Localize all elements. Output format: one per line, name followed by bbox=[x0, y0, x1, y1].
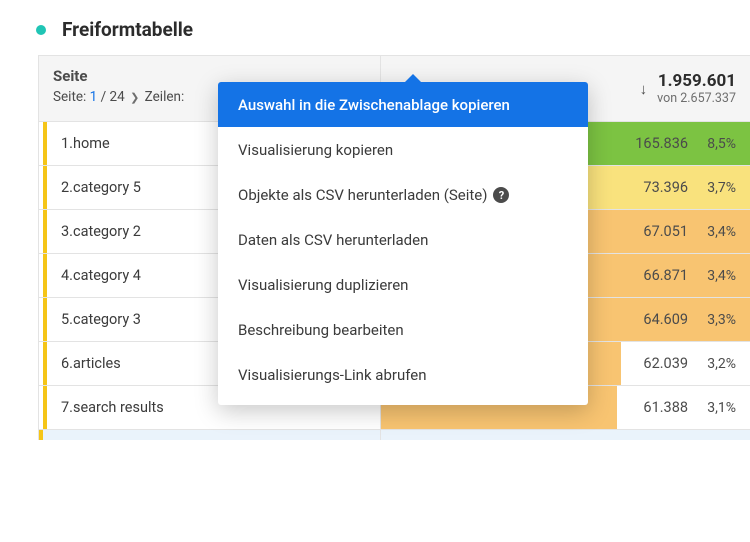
row-index: 7. bbox=[61, 399, 73, 416]
row-index: 5. bbox=[61, 311, 73, 328]
row-index: 4. bbox=[61, 267, 73, 284]
row-marker bbox=[43, 166, 47, 209]
menu-item-label: Visualisierungs-Link abrufen bbox=[238, 366, 427, 384]
context-menu-item[interactable]: Daten als CSV herunterladen bbox=[218, 217, 588, 262]
row-value: 67.051 bbox=[643, 223, 688, 240]
chevron-right-icon[interactable]: ❯ bbox=[130, 91, 139, 104]
row-label: category 5 bbox=[73, 179, 141, 196]
row-index: 1. bbox=[61, 135, 73, 152]
menu-item-label: Auswahl in die Zwischenablage kopieren bbox=[238, 96, 510, 114]
row-label: home bbox=[73, 135, 110, 152]
context-menu-item[interactable]: Visualisierung duplizieren bbox=[218, 262, 588, 307]
row-value: 73.396 bbox=[643, 179, 688, 196]
row-marker bbox=[43, 254, 47, 297]
context-menu-item[interactable]: Visualisierung kopieren bbox=[218, 127, 588, 172]
row-percent: 8,5% bbox=[702, 136, 736, 152]
row-marker bbox=[43, 298, 47, 341]
metric-total: 1.959.601 bbox=[657, 71, 736, 91]
row-marker bbox=[43, 210, 47, 253]
row-value: 61.388 bbox=[643, 399, 688, 416]
row-label: search results bbox=[73, 399, 164, 416]
row-label: category 2 bbox=[73, 223, 141, 240]
pager-total-pages: 24 bbox=[110, 89, 125, 105]
context-menu-item[interactable]: Visualisierungs-Link abrufen bbox=[218, 352, 588, 397]
help-icon[interactable]: ? bbox=[493, 187, 509, 203]
panel-title: Freiformtabelle bbox=[62, 18, 193, 41]
row-label: articles bbox=[73, 355, 121, 372]
row-label: category 3 bbox=[73, 311, 141, 328]
context-menu: Auswahl in die Zwischenablage kopieren Vi… bbox=[218, 82, 588, 405]
panel-header: Freiformtabelle bbox=[0, 0, 750, 55]
menu-item-label: Objekte als CSV herunterladen (Seite) bbox=[238, 186, 487, 204]
sort-descending-icon[interactable]: ↓ bbox=[640, 80, 648, 98]
row-percent: 3,4% bbox=[702, 224, 736, 240]
row-value: 165.836 bbox=[635, 135, 688, 152]
menu-item-label: Visualisierung kopieren bbox=[238, 141, 393, 159]
row-percent: 3,3% bbox=[702, 312, 736, 328]
metric-subtotal: von 2.657.337 bbox=[657, 91, 736, 106]
row-percent: 3,4% bbox=[702, 268, 736, 284]
menu-item-label: Daten als CSV herunterladen bbox=[238, 231, 428, 249]
table-row-partial[interactable] bbox=[39, 430, 750, 440]
pager-prefix: Seite: bbox=[53, 89, 86, 105]
row-percent: 3,2% bbox=[702, 356, 736, 372]
pager-current-page[interactable]: 1 bbox=[90, 89, 98, 105]
row-value: 66.871 bbox=[643, 267, 688, 284]
menu-item-label: Beschreibung bearbeiten bbox=[238, 321, 404, 339]
row-value: 62.039 bbox=[643, 355, 688, 372]
row-value: 64.609 bbox=[643, 311, 688, 328]
row-marker bbox=[43, 386, 47, 429]
row-percent: 3,1% bbox=[702, 400, 736, 416]
row-marker bbox=[43, 342, 47, 385]
context-menu-item[interactable]: Auswahl in die Zwischenablage kopieren bbox=[218, 82, 588, 127]
row-percent: 3,7% bbox=[702, 180, 736, 196]
menu-item-label: Visualisierung duplizieren bbox=[238, 276, 408, 294]
context-menu-item[interactable]: Objekte als CSV herunterladen (Seite)? bbox=[218, 172, 588, 217]
viz-type-dot-icon bbox=[36, 25, 46, 35]
row-marker bbox=[43, 122, 47, 165]
rows-label: Zeilen: bbox=[145, 89, 185, 105]
row-label: category 4 bbox=[73, 267, 141, 284]
context-menu-item[interactable]: Beschreibung bearbeiten bbox=[218, 307, 588, 352]
row-index: 3. bbox=[61, 223, 73, 240]
row-index: 6. bbox=[61, 355, 73, 372]
row-index: 2. bbox=[61, 179, 73, 196]
